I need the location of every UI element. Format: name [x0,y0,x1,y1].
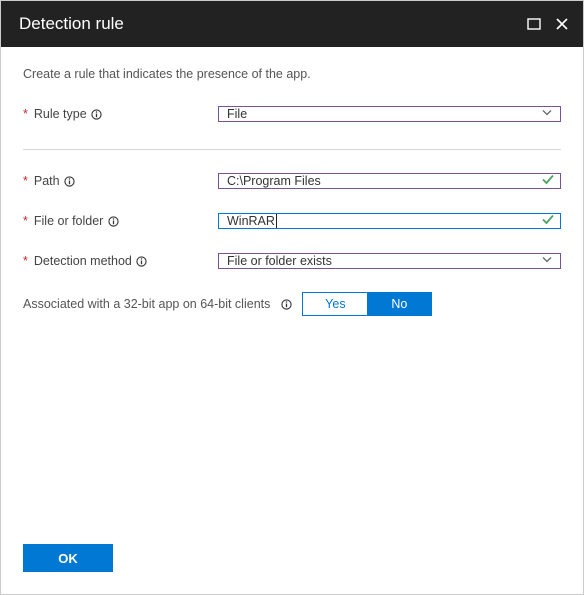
toggle-no[interactable]: No [367,293,431,315]
row-32bit-toggle: Associated with a 32-bit app on 64-bit c… [23,292,561,316]
label-file-or-folder: * File or folder [23,214,218,228]
divider [23,149,561,150]
required-marker: * [23,107,28,121]
file-or-folder-input[interactable]: WinRAR [218,213,561,229]
label-text-path: Path [34,174,60,188]
info-icon[interactable] [136,255,148,267]
text-caret [276,214,277,228]
row-rule-type: * Rule type File [23,99,561,129]
info-icon[interactable] [280,298,292,310]
dialog-content: Create a rule that indicates the presenc… [1,47,583,532]
rule-type-value: File [227,107,247,121]
ok-button[interactable]: OK [23,544,113,572]
label-detection-method: * Detection method [23,254,218,268]
path-input[interactable]: C:\Program Files [218,173,561,189]
maximize-icon[interactable] [527,17,541,31]
dialog-title: Detection rule [19,14,527,34]
intro-text: Create a rule that indicates the presenc… [23,67,561,81]
row-path: * Path C:\Program Files [23,166,561,196]
info-icon[interactable] [64,175,76,187]
toggle-yes[interactable]: Yes [303,293,367,315]
row-detection-method: * Detection method File or folder exists [23,246,561,276]
path-value: C:\Program Files [227,174,321,188]
detection-method-value: File or folder exists [227,254,332,268]
close-icon[interactable] [555,17,569,31]
row-file-or-folder: * File or folder WinRAR [23,206,561,236]
label-text-rule-type: Rule type [34,107,87,121]
dialog-footer: OK [1,532,583,594]
required-marker: * [23,254,28,268]
label-path: * Path [23,174,218,188]
label-text-file-or-folder: File or folder [34,214,103,228]
toggle-label: Associated with a 32-bit app on 64-bit c… [23,297,270,311]
titlebar: Detection rule [1,1,583,47]
detection-method-select[interactable]: File or folder exists [218,253,561,269]
info-icon[interactable] [91,108,103,120]
required-marker: * [23,174,28,188]
file-or-folder-value: WinRAR [227,214,275,228]
toggle-32bit: Yes No [302,292,432,316]
rule-type-select[interactable]: File [218,106,561,122]
label-text-detection-method: Detection method [34,254,132,268]
window-controls [527,17,569,31]
label-rule-type: * Rule type [23,107,218,121]
required-marker: * [23,214,28,228]
info-icon[interactable] [107,215,119,227]
